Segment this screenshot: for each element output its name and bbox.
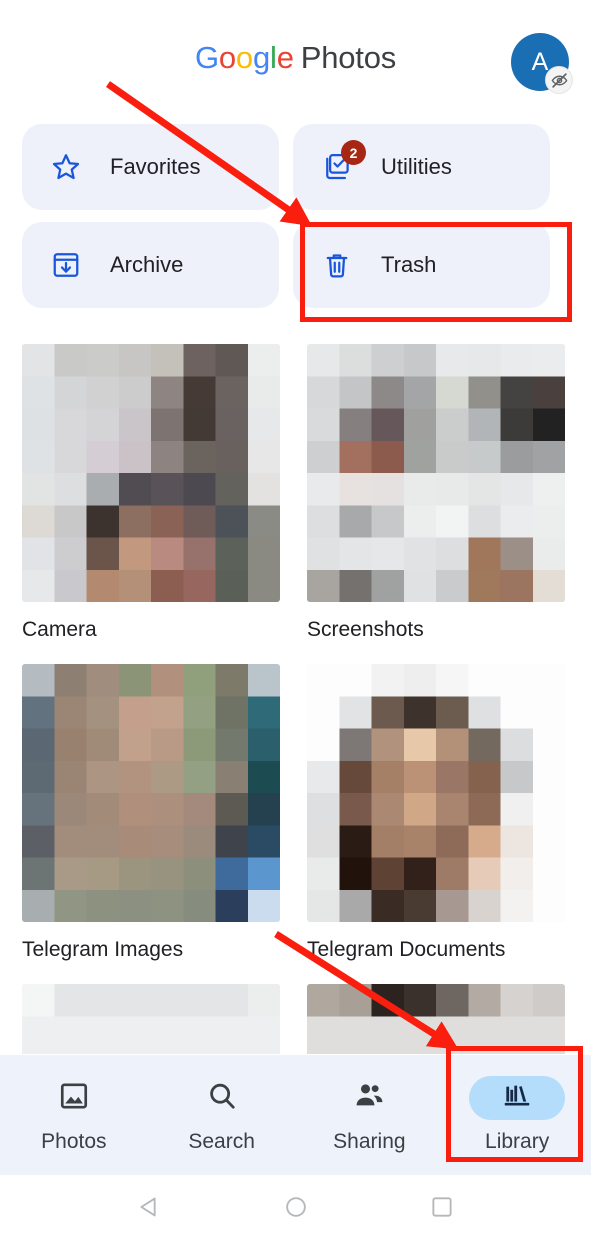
google-photos-library-screen: Google Photos A Favorites 2 Utilities Ar… bbox=[0, 0, 591, 1239]
app-title: Google Photos bbox=[0, 40, 591, 76]
chip-favorites[interactable]: Favorites bbox=[22, 124, 279, 210]
avatar-initial: A bbox=[531, 47, 549, 76]
bottom-navigation-bar: Photos Search Sharing Library bbox=[0, 1055, 591, 1175]
google-logo-letter: g bbox=[252, 40, 270, 75]
album-title: Telegram Documents bbox=[307, 938, 506, 961]
camera-thumbnail[interactable] bbox=[22, 344, 280, 602]
nav-item-library[interactable]: Library bbox=[443, 1055, 591, 1175]
app-header: Google Photos A bbox=[0, 0, 591, 118]
google-logo-letter: o bbox=[235, 40, 253, 75]
google-logo-letter: o bbox=[218, 40, 236, 75]
android-system-navigation-bar bbox=[0, 1175, 591, 1239]
chip-label: Utilities bbox=[381, 154, 452, 179]
nav-item-search[interactable]: Search bbox=[148, 1055, 296, 1175]
album-grid: Camera Screenshots Telegram Images Teleg… bbox=[0, 344, 591, 1054]
trash-can-icon bbox=[321, 249, 353, 281]
chip-trash[interactable]: Trash bbox=[293, 222, 550, 308]
album-title: Screenshots bbox=[307, 618, 424, 641]
stacked-cards-check-icon: 2 bbox=[321, 140, 366, 183]
star-outline-icon bbox=[50, 151, 82, 183]
back-button[interactable] bbox=[133, 1190, 167, 1224]
nav-label: Search bbox=[188, 1130, 255, 1153]
magnifier-icon bbox=[206, 1080, 238, 1117]
google-logo: Google bbox=[195, 40, 294, 75]
app-title-photos: Photos bbox=[300, 40, 397, 75]
nav-item-sharing[interactable]: Sharing bbox=[296, 1055, 444, 1175]
chip-archive[interactable]: Archive bbox=[22, 222, 279, 308]
album-item-partial-right[interactable] bbox=[307, 984, 565, 1054]
google-logo-letter: G bbox=[194, 40, 219, 75]
nav-pill-active bbox=[469, 1076, 566, 1120]
google-logo-letter: e bbox=[276, 40, 294, 75]
google-logo-letter: l bbox=[270, 40, 277, 75]
archive-box-down-icon bbox=[50, 249, 82, 281]
chip-label: Archive bbox=[110, 252, 184, 277]
home-button[interactable] bbox=[279, 1190, 313, 1224]
nav-label: Photos bbox=[41, 1130, 107, 1153]
album-title: Telegram Images bbox=[22, 938, 184, 961]
utilities-badge-count: 2 bbox=[341, 140, 366, 165]
chip-label: Favorites bbox=[110, 154, 201, 179]
recents-button[interactable] bbox=[425, 1190, 459, 1224]
nav-label: Sharing bbox=[333, 1130, 406, 1153]
nav-pill bbox=[174, 1076, 270, 1120]
image-icon bbox=[58, 1080, 90, 1117]
chip-utilities[interactable]: 2 Utilities bbox=[293, 124, 550, 210]
screenshots-thumbnail[interactable] bbox=[307, 344, 565, 602]
partial-thumbnail-right[interactable] bbox=[307, 984, 565, 1054]
nav-item-photos[interactable]: Photos bbox=[0, 1055, 148, 1175]
quick-actions-row: Favorites 2 Utilities Archive Trash bbox=[0, 124, 591, 308]
chip-label: Trash bbox=[381, 252, 437, 277]
album-item-telegram-documents[interactable]: Telegram Documents bbox=[307, 664, 565, 962]
telegram-documents-thumbnail[interactable] bbox=[307, 664, 565, 922]
nav-label: Library bbox=[485, 1130, 550, 1153]
eye-slash-icon bbox=[545, 66, 573, 94]
library-books-icon bbox=[501, 1080, 533, 1117]
album-item-telegram-images[interactable]: Telegram Images bbox=[22, 664, 280, 962]
account-avatar-button[interactable]: A bbox=[511, 33, 573, 94]
album-title: Camera bbox=[22, 618, 97, 641]
people-icon bbox=[353, 1079, 386, 1117]
album-item-camera[interactable]: Camera bbox=[22, 344, 280, 642]
nav-pill bbox=[26, 1076, 122, 1120]
partial-thumbnail-left[interactable] bbox=[22, 984, 280, 1054]
album-item-screenshots[interactable]: Screenshots bbox=[307, 344, 565, 642]
telegram-images-thumbnail[interactable] bbox=[22, 664, 280, 922]
album-item-partial-left[interactable] bbox=[22, 984, 280, 1054]
nav-pill bbox=[321, 1076, 417, 1120]
